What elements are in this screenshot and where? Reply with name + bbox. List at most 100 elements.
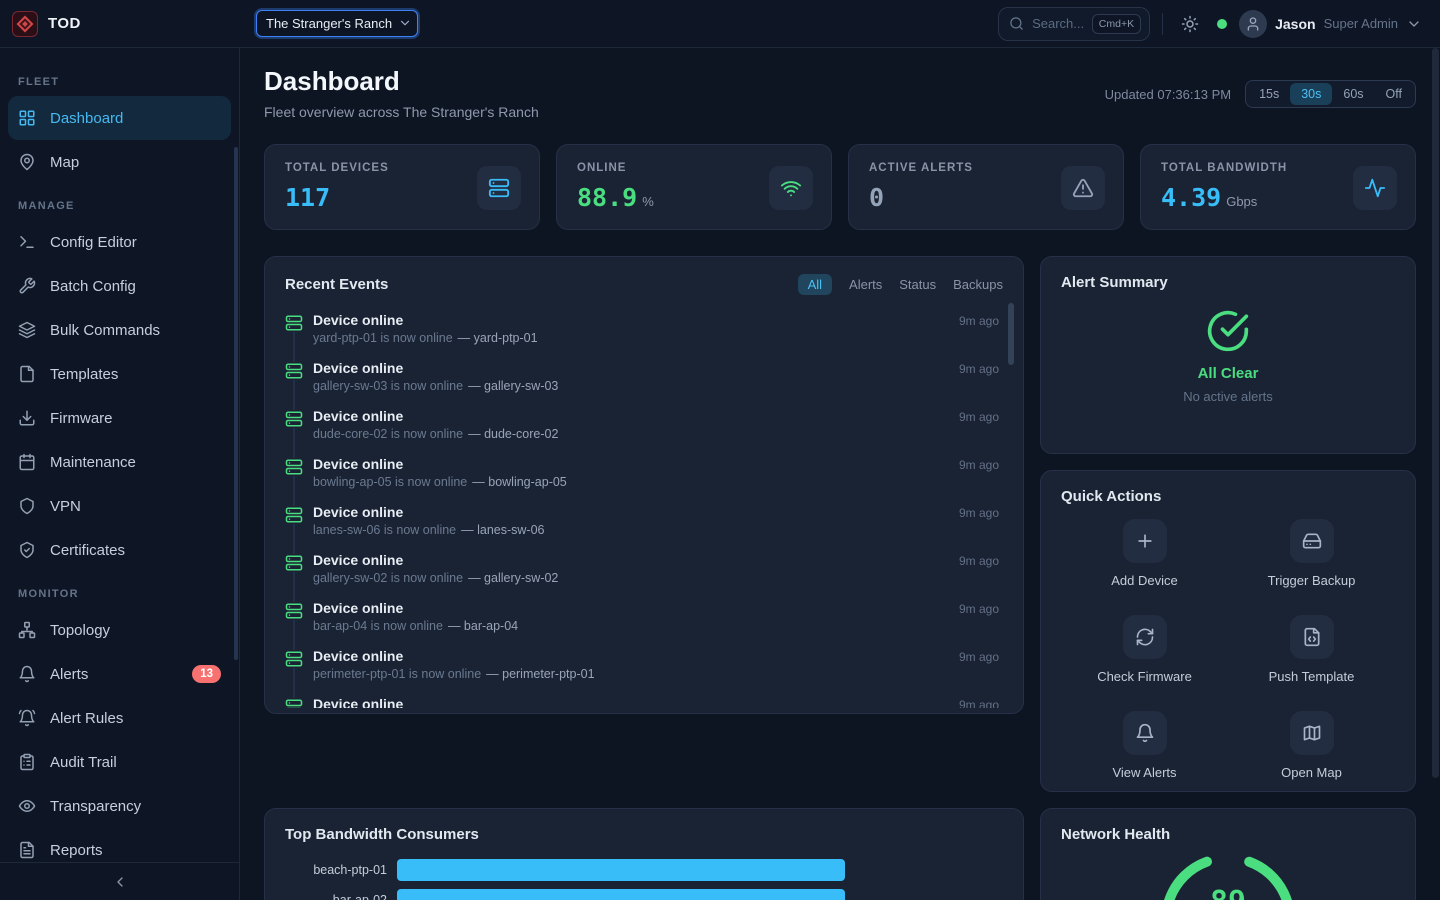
check-firmware-button[interactable]: Check Firmware — [1061, 615, 1228, 684]
chevron-down-icon[interactable] — [1406, 16, 1422, 32]
download-icon — [18, 409, 36, 427]
sidebar-item-maintenance[interactable]: Maintenance — [8, 440, 231, 484]
events-tab-backups[interactable]: Backups — [953, 274, 1003, 295]
map-pin-icon — [18, 153, 36, 171]
event-row[interactable]: Device online9m agobowling-ap-05 is now … — [285, 452, 1003, 500]
sidebar-item-firmware[interactable]: Firmware — [8, 396, 231, 440]
refresh-option-30s[interactable]: 30s — [1290, 83, 1332, 105]
event-row[interactable]: Device online9m agoyard-ptp-01 is now on… — [285, 308, 1003, 356]
bar-beach-ptp-01 — [397, 859, 845, 881]
event-title: Device online — [313, 552, 403, 568]
event-time: 9m ago — [959, 362, 999, 376]
sun-icon — [1181, 15, 1199, 33]
gauge-value: 89 — [1210, 885, 1246, 900]
add-device-button[interactable]: Add Device — [1061, 519, 1228, 588]
refresh-option-60s[interactable]: 60s — [1332, 83, 1374, 105]
page-header: Dashboard Fleet overview across The Stra… — [264, 66, 1416, 120]
site-selector[interactable]: The Stranger's Ranch — [256, 10, 418, 37]
sidebar-item-config-editor[interactable]: Config Editor — [8, 220, 231, 264]
event-row[interactable]: Device online9m agogallery-sw-03 is now … — [285, 356, 1003, 404]
file-text-icon — [18, 841, 36, 859]
events-tab-alerts[interactable]: Alerts — [849, 274, 882, 295]
open-map-button[interactable]: Open Map — [1228, 711, 1395, 780]
sidebar-item-audit-trail[interactable]: Audit Trail — [8, 740, 231, 784]
alerts-count-badge: 13 — [192, 665, 221, 683]
stat-value: 0 — [869, 183, 884, 212]
push-template-button[interactable]: Push Template — [1228, 615, 1395, 684]
bandwidth-bar-chart: beach-ptp-01 bar-ap-02 — [285, 859, 1003, 900]
alert-summary-panel: Alert Summary All Clear No active alerts — [1040, 256, 1416, 454]
event-time: 9m ago — [959, 650, 999, 664]
bandwidth-row: bar-ap-02 — [285, 889, 1003, 900]
sidebar-item-alerts[interactable]: Alerts 13 — [8, 652, 231, 696]
sidebar-item-certificates[interactable]: Certificates — [8, 528, 231, 572]
sidebar-item-vpn[interactable]: VPN — [8, 484, 231, 528]
theme-toggle-button[interactable] — [1175, 9, 1205, 39]
sidebar-scrollbar[interactable] — [234, 147, 238, 660]
sidebar-section-manage: MANAGE — [8, 184, 231, 220]
sidebar-item-batch-config[interactable]: Batch Config — [8, 264, 231, 308]
sidebar-collapse-button[interactable] — [0, 862, 239, 900]
stat-icon-box — [1061, 166, 1105, 210]
event-row[interactable]: Device online9m ago — [285, 692, 1003, 708]
events-tab-status[interactable]: Status — [899, 274, 936, 295]
search-input[interactable] — [1032, 16, 1084, 31]
server-icon — [285, 650, 303, 668]
event-row[interactable]: Device online9m agogallery-sw-02 is now … — [285, 548, 1003, 596]
event-time: 9m ago — [959, 314, 999, 328]
event-row[interactable]: Device online9m agodude-core-02 is now o… — [285, 404, 1003, 452]
sidebar-item-templates[interactable]: Templates — [8, 352, 231, 396]
shield-icon — [18, 497, 36, 515]
stat-card-total-devices: TOTAL DEVICES 117 — [264, 144, 540, 230]
sidebar-item-map[interactable]: Map — [8, 140, 231, 184]
alert-triangle-icon — [1072, 177, 1094, 199]
server-icon — [285, 506, 303, 524]
sidebar: FLEET Dashboard Map MANAGE Config Editor… — [0, 48, 240, 900]
sidebar-item-bulk-commands[interactable]: Bulk Commands — [8, 308, 231, 352]
topbar-divider — [1162, 13, 1163, 35]
bell-ring-icon — [18, 709, 36, 727]
sidebar-item-label: Config Editor — [50, 234, 137, 251]
event-title: Device online — [313, 408, 403, 424]
dashboard-grid-icon — [18, 109, 36, 127]
stat-value: 4.39 — [1161, 183, 1221, 212]
sidebar-item-label: Batch Config — [50, 278, 136, 295]
bar-label: beach-ptp-01 — [285, 863, 397, 877]
quick-actions-grid: Add Device Trigger Backup Check Firmware… — [1061, 519, 1395, 780]
network-icon — [18, 621, 36, 639]
window-scrollbar[interactable] — [1432, 48, 1439, 778]
trigger-backup-button[interactable]: Trigger Backup — [1228, 519, 1395, 588]
event-row[interactable]: Device online9m agolanes-sw-06 is now on… — [285, 500, 1003, 548]
sidebar-item-alert-rules[interactable]: Alert Rules — [8, 696, 231, 740]
file-code-icon — [1302, 627, 1322, 647]
quick-actions-title: Quick Actions — [1061, 488, 1395, 505]
view-alerts-button[interactable]: View Alerts — [1061, 711, 1228, 780]
refresh-option-15s[interactable]: 15s — [1248, 83, 1290, 105]
wrench-icon — [18, 277, 36, 295]
event-detail: dude-core-02 is now online— dude-core-02 — [313, 427, 999, 441]
plus-icon — [1135, 531, 1155, 551]
top-bandwidth-title: Top Bandwidth Consumers — [285, 826, 1003, 843]
top-bar: TOD The Stranger's Ranch Cmd+K Jason Sup… — [0, 0, 1440, 48]
activity-icon — [1364, 177, 1386, 199]
event-time: 9m ago — [959, 458, 999, 472]
hard-drive-icon — [1302, 531, 1322, 551]
stats-row: TOTAL DEVICES 117 ONLINE 88.9 % ACTIVE A… — [264, 144, 1416, 230]
sidebar-item-topology[interactable]: Topology — [8, 608, 231, 652]
sidebar-item-transparency[interactable]: Transparency — [8, 784, 231, 828]
user-menu[interactable]: Jason Super Admin — [1239, 10, 1422, 38]
events-scrollbar[interactable] — [1008, 303, 1014, 365]
event-detail: gallery-sw-03 is now online— gallery-sw-… — [313, 379, 999, 393]
events-tab-all[interactable]: All — [798, 274, 832, 295]
sidebar-item-dashboard[interactable]: Dashboard — [8, 96, 231, 140]
recent-events-panel: Recent Events All Alerts Status Backups … — [264, 256, 1024, 714]
sidebar-item-label: Bulk Commands — [50, 322, 160, 339]
event-row[interactable]: Device online9m agoperimeter-ptp-01 is n… — [285, 644, 1003, 692]
event-title: Device online — [313, 456, 403, 472]
page-title: Dashboard — [264, 66, 539, 97]
stat-value: 117 — [285, 183, 330, 212]
global-search[interactable]: Cmd+K — [998, 7, 1150, 41]
refresh-option-off[interactable]: Off — [1375, 83, 1413, 105]
sidebar-item-label: Reports — [50, 842, 103, 859]
event-row[interactable]: Device online9m agobar-ap-04 is now onli… — [285, 596, 1003, 644]
